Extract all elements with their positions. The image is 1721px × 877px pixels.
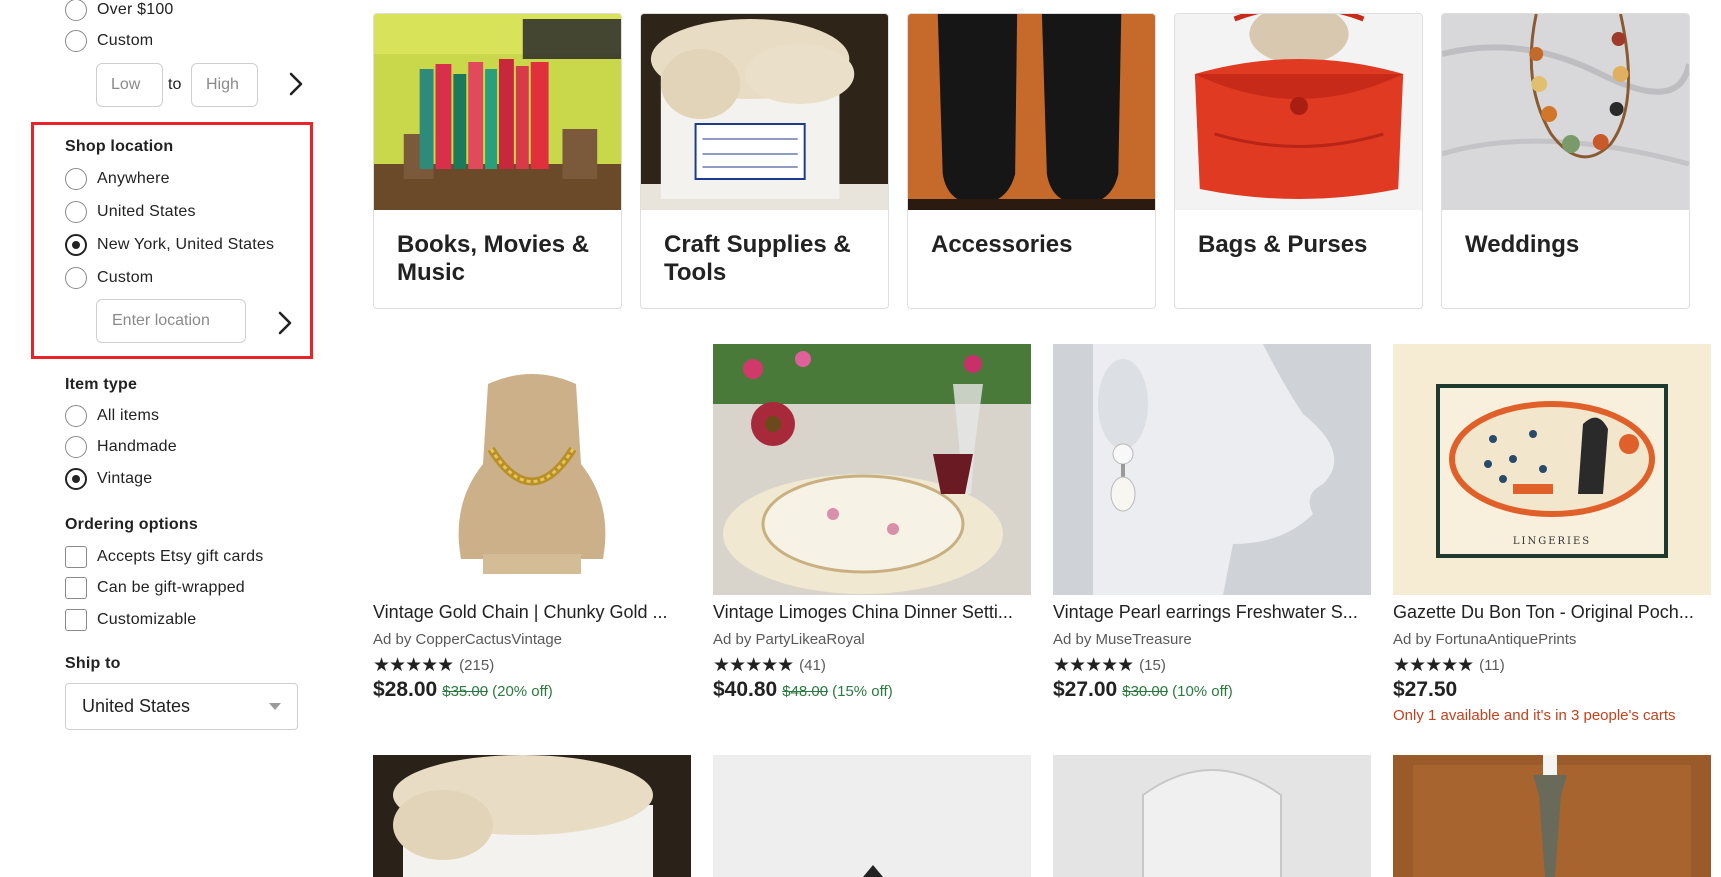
price-option-over-100[interactable]: Over $100	[65, 0, 174, 22]
review-count: (215)	[459, 657, 495, 674]
original-price: $35.00	[442, 683, 489, 700]
ordering-gift-cards[interactable]: Accepts Etsy gift cards	[65, 545, 263, 569]
listing-shop: Ad by FortunaAntiquePrints	[1393, 631, 1577, 648]
location-option-new-york[interactable]: New York, United States	[65, 233, 274, 257]
radio-button[interactable]	[65, 201, 87, 223]
listing-image-pearls[interactable]	[373, 755, 691, 877]
category-image-craft	[641, 14, 888, 210]
star-rating-icon: ★★★★★	[1053, 655, 1134, 676]
listing-title: Vintage Pearl earrings Freshwater S...	[1053, 602, 1358, 622]
listing-price: $27.00 $30.00 (10% off)	[1053, 678, 1233, 702]
category-card-weddings[interactable]: Weddings	[1441, 13, 1690, 309]
item-type-vintage[interactable]: Vintage	[65, 467, 152, 491]
price-option-custom[interactable]: Custom	[65, 29, 153, 53]
category-title: Accessories	[931, 231, 1073, 258]
category-image-weddings	[1442, 14, 1689, 210]
location-input[interactable]: Enter location	[96, 299, 246, 343]
sale-price: $27.50	[1393, 678, 1458, 701]
radio-button[interactable]	[65, 30, 87, 52]
checkbox[interactable]	[65, 609, 87, 631]
listing-image-vintage-print: LINGERIES	[1393, 344, 1711, 595]
listing-title: Vintage Gold Chain | Chunky Gold ...	[373, 602, 668, 622]
listing-image-figurine[interactable]	[713, 755, 1031, 877]
listing-price: $40.80 $48.00 (15% off)	[713, 678, 893, 702]
listing-rating: ★★★★★ (41)	[713, 654, 826, 677]
chevron-right-icon	[289, 72, 303, 96]
listing-rating: ★★★★★ (15)	[1053, 654, 1166, 677]
location-option-anywhere[interactable]: Anywhere	[65, 167, 170, 191]
print-caption: LINGERIES	[1512, 536, 1592, 547]
original-price: $30.00	[1122, 683, 1169, 700]
location-option-custom[interactable]: Custom	[65, 266, 153, 290]
star-rating-icon: ★★★★★	[373, 655, 454, 676]
category-title: Craft Supplies & Tools	[664, 231, 851, 286]
listing-image-glass-dome[interactable]	[1053, 755, 1371, 877]
item-type-title: Item type	[65, 376, 138, 393]
ordering-customizable[interactable]: Customizable	[65, 608, 196, 632]
price-low-input[interactable]: Low	[96, 63, 163, 107]
listing-rating: ★★★★★ (11)	[1393, 654, 1505, 677]
listing-image-candlestick[interactable]	[1393, 755, 1711, 877]
radio-button[interactable]	[65, 0, 87, 21]
listing-image-pearl-earrings	[1053, 344, 1371, 595]
listing-title: Vintage Limoges China Dinner Setti...	[713, 602, 1013, 622]
review-count: (11)	[1479, 657, 1505, 674]
category-card-craft-supplies[interactable]: Craft Supplies & Tools	[640, 13, 889, 309]
listing-shop: Ad by CopperCactusVintage	[373, 631, 563, 648]
checkbox[interactable]	[65, 546, 87, 568]
category-image-bags	[1175, 14, 1422, 210]
radio-button-selected[interactable]	[65, 234, 87, 256]
price-apply-button[interactable]	[281, 67, 311, 101]
item-type-all[interactable]: All items	[65, 404, 159, 428]
scarcity-note: Only 1 available and it's in 3 people's …	[1393, 707, 1676, 724]
listing-image-china-setting	[713, 344, 1031, 595]
category-card-accessories[interactable]: Accessories	[907, 13, 1156, 309]
category-card-books[interactable]: Books, Movies & Music	[373, 13, 622, 309]
listing-title: Gazette Du Bon Ton - Original Poch...	[1393, 602, 1694, 622]
original-price: $48.00	[782, 683, 829, 700]
chevron-right-icon	[278, 311, 292, 335]
listing-shop: Ad by MuseTreasure	[1053, 631, 1192, 648]
category-title: Weddings	[1465, 231, 1580, 258]
category-title: Books, Movies & Music	[397, 231, 590, 286]
star-rating-icon: ★★★★★	[1393, 655, 1474, 676]
sale-price: $28.00	[373, 678, 438, 701]
price-range-to-label: to	[168, 76, 182, 93]
star-rating-icon: ★★★★★	[713, 655, 794, 676]
caret-down-icon	[269, 703, 281, 710]
listing-image-gold-chain	[373, 344, 691, 595]
sale-price: $27.00	[1053, 678, 1118, 701]
listing-rating: ★★★★★ (215)	[373, 654, 494, 677]
ship-to-title: Ship to	[65, 655, 121, 672]
radio-button[interactable]	[65, 436, 87, 458]
review-count: (41)	[799, 657, 826, 674]
ordering-options-title: Ordering options	[65, 516, 198, 533]
filter-sidebar: Over $100 Custom Low to High Shop locati…	[0, 0, 320, 877]
ship-to-select[interactable]: United States	[65, 683, 298, 730]
radio-button[interactable]	[65, 405, 87, 427]
shop-location-title: Shop location	[65, 138, 174, 155]
review-count: (15)	[1139, 657, 1166, 674]
ordering-gift-wrapped[interactable]: Can be gift-wrapped	[65, 576, 245, 600]
listing-shop: Ad by PartyLikeaRoyal	[713, 631, 865, 648]
ship-to-value: United States	[82, 696, 191, 716]
listing-price: $27.50	[1393, 678, 1457, 702]
discount-label: (15% off)	[832, 683, 893, 700]
item-type-handmade[interactable]: Handmade	[65, 435, 177, 459]
radio-button[interactable]	[65, 168, 87, 190]
radio-button[interactable]	[65, 267, 87, 289]
category-card-bags[interactable]: Bags & Purses	[1174, 13, 1423, 309]
listing-price: $28.00 $35.00 (20% off)	[373, 678, 553, 702]
location-apply-button[interactable]	[270, 306, 300, 340]
discount-label: (20% off)	[492, 683, 553, 700]
sale-price: $40.80	[713, 678, 778, 701]
radio-button-selected[interactable]	[65, 468, 87, 490]
category-title: Bags & Purses	[1198, 231, 1368, 258]
checkbox[interactable]	[65, 577, 87, 599]
price-high-input[interactable]: High	[191, 63, 258, 107]
category-image-books	[374, 14, 621, 210]
location-option-united-states[interactable]: United States	[65, 200, 196, 224]
category-image-accessories	[908, 14, 1155, 210]
discount-label: (10% off)	[1172, 683, 1233, 700]
